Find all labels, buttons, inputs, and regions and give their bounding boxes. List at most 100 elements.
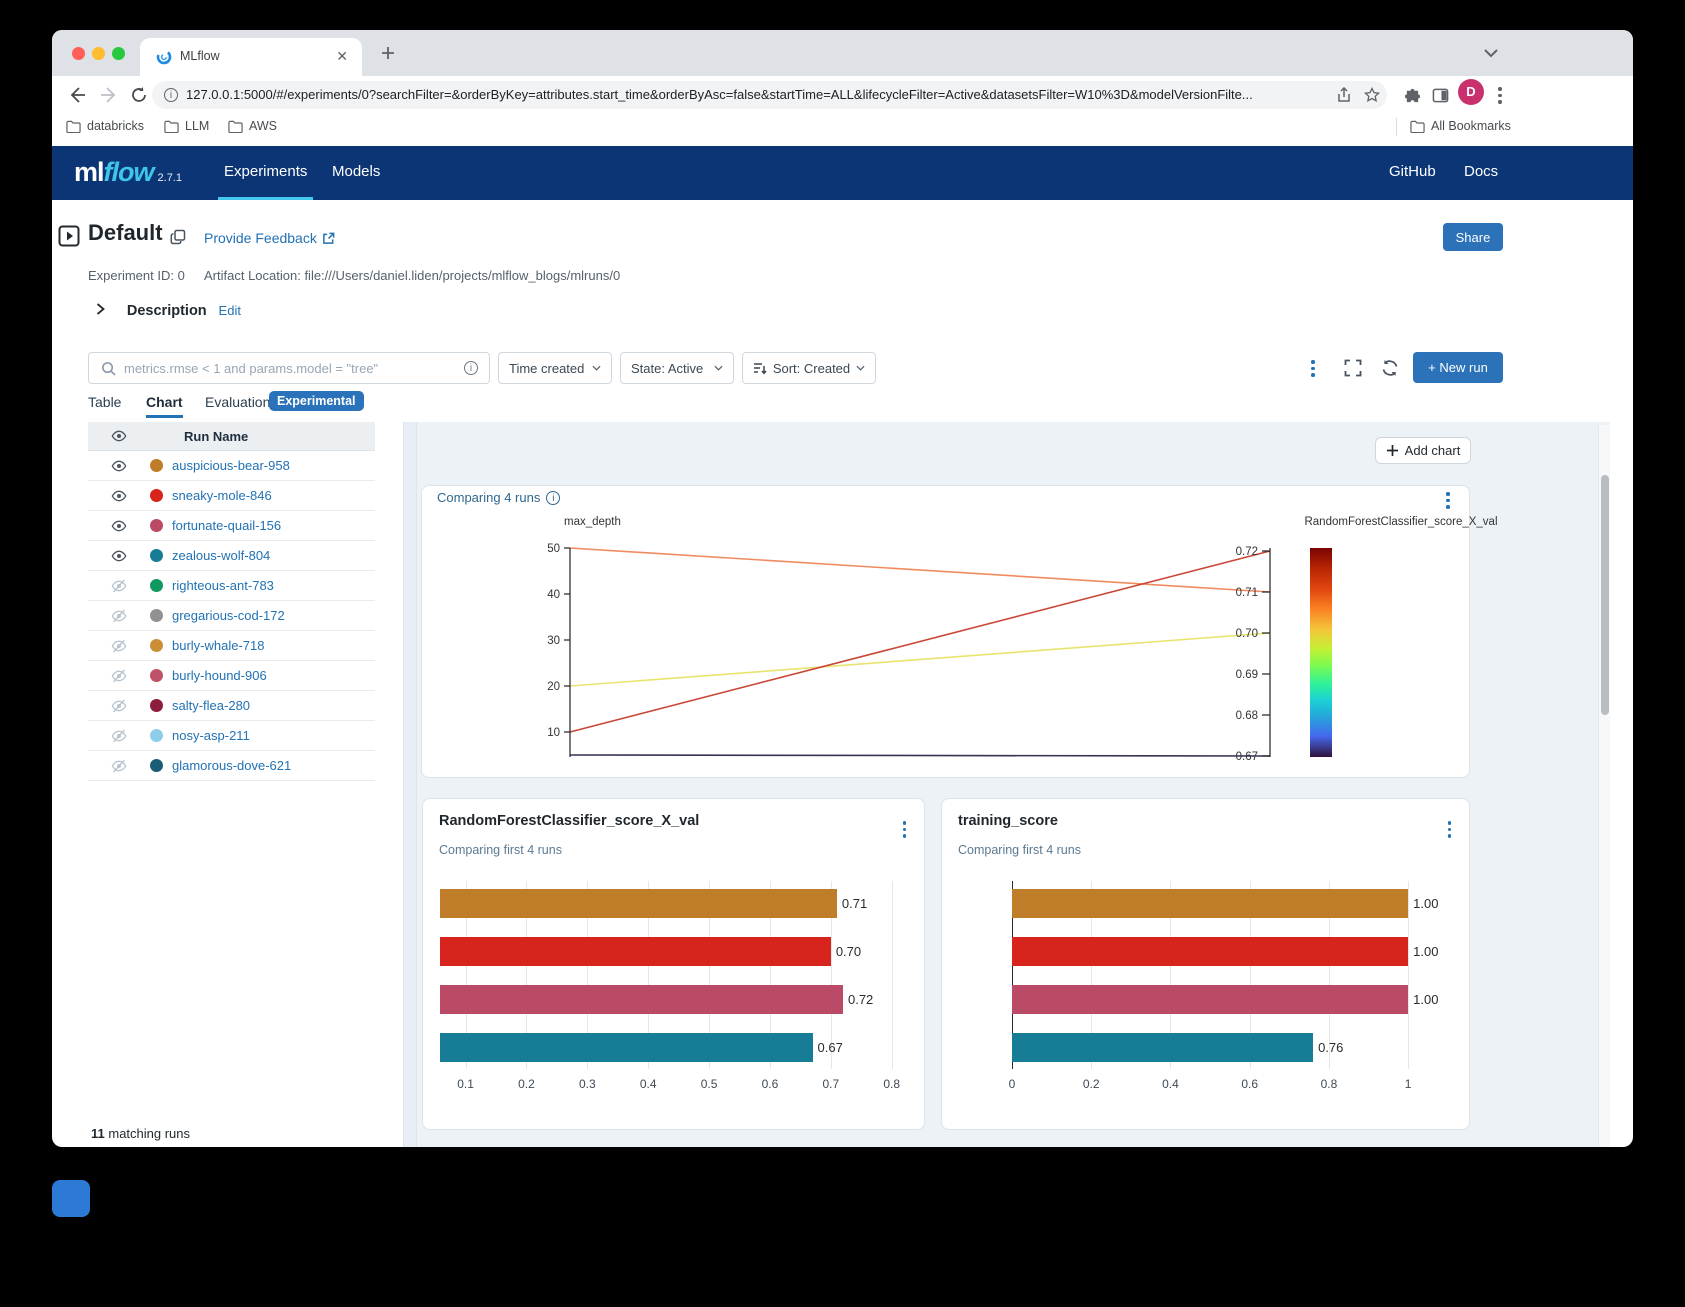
sort-dropdown[interactable]: Sort: Created	[742, 352, 876, 384]
x-tick-label: 0.6	[762, 1077, 779, 1091]
tab-table[interactable]: Table	[88, 394, 121, 410]
run-list: Run Name auspicious-bear-958 sneaky-mole-…	[88, 422, 375, 781]
minimize-window-button[interactable]	[92, 47, 105, 60]
time-created-dropdown[interactable]: Time created	[498, 352, 612, 384]
bar-zealous-wolf-804[interactable]	[1012, 1033, 1313, 1062]
side-panel-icon[interactable]	[1432, 87, 1449, 104]
zoom-window-button[interactable]	[112, 47, 125, 60]
run-color-dot	[150, 729, 163, 742]
run-name-link[interactable]: glamorous-dove-621	[172, 758, 291, 773]
close-window-button[interactable]	[72, 47, 85, 60]
bar-fortunate-quail-156[interactable]	[1012, 985, 1408, 1014]
reload-icon[interactable]	[130, 86, 148, 104]
bar-chart-menu-icon[interactable]	[903, 821, 907, 838]
runs-search-box[interactable]: i	[88, 352, 490, 384]
mlflow-logo[interactable]: mlflow2.7.1	[74, 157, 182, 188]
run-name-link[interactable]: sneaky-mole-846	[172, 488, 272, 503]
back-icon[interactable]	[68, 86, 86, 104]
visibility-off-icon[interactable]	[111, 578, 127, 594]
dock-icon[interactable]	[52, 1180, 90, 1217]
run-row: righteous-ant-783	[88, 571, 375, 601]
bar-fortunate-quail-156[interactable]	[440, 985, 843, 1014]
bar-sneaky-mole-846[interactable]	[440, 937, 831, 966]
share-button[interactable]: Share	[1443, 223, 1503, 251]
visibility-on-icon[interactable]	[111, 548, 127, 564]
bookmark-databricks[interactable]: databricks	[66, 119, 144, 133]
extensions-icon[interactable]	[1404, 87, 1421, 104]
panel-resize-handle[interactable]	[403, 422, 417, 1147]
browser-menu-icon[interactable]	[1498, 87, 1502, 104]
bookmark-llm[interactable]: LLM	[164, 119, 209, 133]
fullscreen-icon[interactable]	[1344, 359, 1362, 377]
new-tab-icon[interactable]	[380, 45, 396, 61]
tab-search-chevron-icon[interactable]	[1484, 49, 1498, 58]
search-info-icon[interactable]: i	[464, 361, 478, 375]
run-name-link[interactable]: fortunate-quail-156	[172, 518, 281, 533]
nav-experiments[interactable]: Experiments	[224, 163, 307, 180]
address-bar[interactable]: i 127.0.0.1:5000/#/experiments/0?searchF…	[152, 81, 1387, 109]
all-bookmarks-button[interactable]: All Bookmarks	[1410, 119, 1511, 133]
runs-more-menu-icon[interactable]	[1311, 360, 1315, 377]
copy-icon[interactable]	[170, 229, 186, 245]
bar-auspicious-bear-958[interactable]	[1012, 889, 1408, 918]
visibility-icon[interactable]	[111, 428, 127, 444]
tab-close-icon[interactable]: ✕	[336, 48, 348, 65]
run-name-link[interactable]: gregarious-cod-172	[172, 608, 285, 623]
refresh-icon[interactable]	[1381, 359, 1399, 377]
bar-value-label: 0.67	[818, 1033, 843, 1062]
run-name-link[interactable]: salty-flea-280	[172, 698, 250, 713]
tab-evaluation[interactable]: Evaluation	[205, 394, 270, 410]
run-name-link[interactable]: auspicious-bear-958	[172, 458, 290, 473]
desktop-background: MLflow ✕ i 127.0.0.1:5000/#/experiments/…	[0, 0, 1685, 1307]
visibility-on-icon[interactable]	[111, 458, 127, 474]
bar-sneaky-mole-846[interactable]	[1012, 937, 1408, 966]
add-chart-button[interactable]: Add chart	[1375, 437, 1471, 464]
tab-chart[interactable]: Chart	[146, 394, 183, 410]
visibility-off-icon[interactable]	[111, 758, 127, 774]
profile-avatar[interactable]: D	[1458, 79, 1484, 105]
bookmark-aws[interactable]: AWS	[228, 119, 277, 133]
run-name-link[interactable]: righteous-ant-783	[172, 578, 274, 593]
run-row: burly-hound-906	[88, 661, 375, 691]
visibility-on-icon[interactable]	[111, 488, 127, 504]
run-name-link[interactable]: burly-hound-906	[172, 668, 267, 683]
scrollbar-thumb[interactable]	[1601, 475, 1609, 715]
new-run-button[interactable]: + New run	[1413, 352, 1503, 383]
collapse-sidebar-icon[interactable]	[58, 225, 80, 247]
share-page-icon[interactable]	[1336, 87, 1352, 103]
visibility-off-icon[interactable]	[111, 638, 127, 654]
run-color-dot	[150, 609, 163, 622]
state-dropdown[interactable]: State: Active	[620, 352, 734, 384]
provide-feedback-link[interactable]: Provide Feedback	[204, 230, 335, 246]
panel-scrollbar[interactable]	[1598, 425, 1610, 1147]
run-row: gregarious-cod-172	[88, 601, 375, 631]
parallel-chart-menu-icon[interactable]	[1446, 492, 1450, 509]
visibility-off-icon[interactable]	[111, 728, 127, 744]
expand-chevron-icon[interactable]	[96, 303, 105, 315]
run-name-link[interactable]: zealous-wolf-804	[172, 548, 270, 563]
x-tick-label: 0	[1009, 1077, 1016, 1091]
bookmark-star-icon[interactable]	[1364, 87, 1380, 103]
visibility-off-icon[interactable]	[111, 698, 127, 714]
search-input[interactable]	[124, 361, 464, 376]
run-name-link[interactable]: nosy-asp-211	[172, 728, 250, 743]
run-name-link[interactable]: burly-whale-718	[172, 638, 265, 653]
x-tick-label: 0.3	[579, 1077, 596, 1091]
visibility-off-icon[interactable]	[111, 608, 127, 624]
nav-docs[interactable]: Docs	[1464, 163, 1498, 180]
bar-auspicious-bear-958[interactable]	[440, 889, 837, 918]
bar-chart-menu-icon[interactable]	[1448, 821, 1452, 838]
chart-info-icon[interactable]: i	[546, 491, 560, 505]
bar-zealous-wolf-804[interactable]	[440, 1033, 813, 1062]
site-info-icon[interactable]: i	[164, 88, 178, 102]
description-edit-link[interactable]: Edit	[219, 303, 241, 318]
visibility-on-icon[interactable]	[111, 518, 127, 534]
run-row: auspicious-bear-958	[88, 451, 375, 481]
forward-icon[interactable]	[100, 86, 118, 104]
visibility-off-icon[interactable]	[111, 668, 127, 684]
browser-tab-mlflow[interactable]: MLflow ✕	[140, 38, 362, 76]
experiment-title: Default	[88, 220, 163, 246]
nav-github[interactable]: GitHub	[1389, 163, 1436, 180]
nav-models[interactable]: Models	[332, 163, 380, 180]
run-name-column-header: Run Name	[184, 429, 248, 444]
